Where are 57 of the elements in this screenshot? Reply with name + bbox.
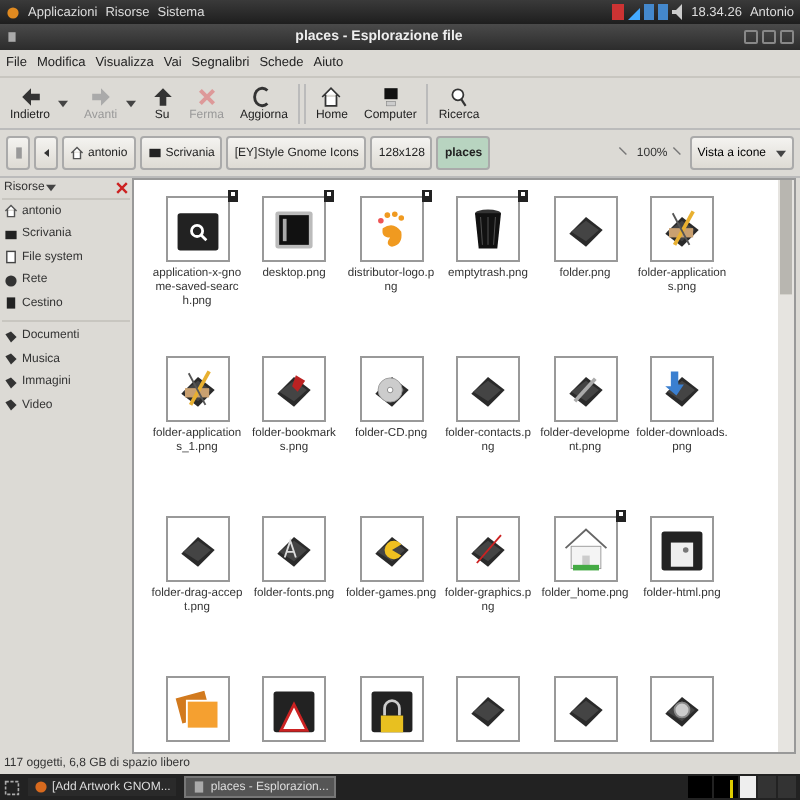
maximize-button[interactable] bbox=[762, 30, 776, 44]
up-arrow-icon bbox=[151, 85, 174, 107]
trash-icon bbox=[4, 296, 18, 311]
search-icon bbox=[448, 85, 470, 107]
file-thumbnail[interactable] bbox=[165, 516, 229, 582]
close-button[interactable] bbox=[780, 30, 794, 44]
left-caret-icon bbox=[41, 148, 51, 158]
file-thumbnail[interactable] bbox=[262, 516, 326, 582]
file-thumbnail[interactable] bbox=[553, 676, 617, 742]
file-thumbnail[interactable] bbox=[650, 676, 714, 742]
show-desktop-icon bbox=[4, 779, 20, 795]
file-thumbnail[interactable] bbox=[650, 516, 714, 582]
emblem-icon bbox=[324, 190, 334, 202]
toggle-location-button[interactable] bbox=[6, 136, 30, 170]
home-icon bbox=[70, 146, 84, 160]
caret-icon bbox=[58, 99, 69, 107]
emblem-icon bbox=[227, 190, 237, 202]
file-thumbnail[interactable] bbox=[456, 516, 520, 582]
file-thumbnail[interactable] bbox=[359, 676, 423, 742]
window-menu-icon bbox=[6, 30, 18, 44]
file-manager-icon bbox=[192, 780, 207, 794]
file-thumbnail[interactable] bbox=[553, 356, 617, 422]
left-arrow-icon bbox=[19, 85, 41, 107]
stop-icon bbox=[195, 85, 218, 107]
minimize-button[interactable] bbox=[744, 30, 758, 44]
close-icon bbox=[116, 182, 128, 194]
file-thumbnail[interactable] bbox=[456, 356, 520, 422]
system-tray-icons[interactable] bbox=[611, 4, 684, 20]
desktop-icon bbox=[4, 227, 18, 242]
emblem-icon bbox=[421, 190, 431, 202]
file-thumbnail[interactable] bbox=[359, 516, 423, 582]
file-thumbnail[interactable] bbox=[262, 676, 326, 742]
file-thumbnail[interactable] bbox=[165, 676, 229, 742]
monitor-icon bbox=[379, 85, 402, 107]
file-thumbnail[interactable] bbox=[262, 356, 326, 422]
system-monitor-drawing bbox=[688, 776, 796, 798]
file-thumbnail[interactable] bbox=[650, 196, 714, 262]
desktop-icon bbox=[147, 146, 162, 160]
file-thumbnail[interactable] bbox=[456, 676, 520, 742]
file-thumbnail[interactable] bbox=[359, 356, 423, 422]
file-thumbnail[interactable] bbox=[650, 356, 714, 422]
caret-icon bbox=[125, 99, 136, 107]
file-thumbnail[interactable] bbox=[165, 356, 229, 422]
home-icon bbox=[4, 204, 18, 219]
file-thumbnail[interactable] bbox=[553, 196, 617, 262]
foot-logo-icon bbox=[6, 3, 20, 21]
emblem-icon bbox=[518, 190, 528, 202]
scrollbar[interactable] bbox=[778, 180, 794, 752]
browser-icon bbox=[34, 780, 48, 794]
drive-icon bbox=[4, 250, 18, 265]
home-icon bbox=[320, 85, 343, 107]
caret-icon bbox=[776, 149, 786, 157]
caret-icon bbox=[46, 184, 57, 192]
path-left-button[interactable] bbox=[34, 136, 58, 170]
emblem-icon bbox=[615, 510, 625, 522]
network-icon bbox=[4, 273, 18, 288]
right-arrow-icon bbox=[89, 85, 112, 107]
